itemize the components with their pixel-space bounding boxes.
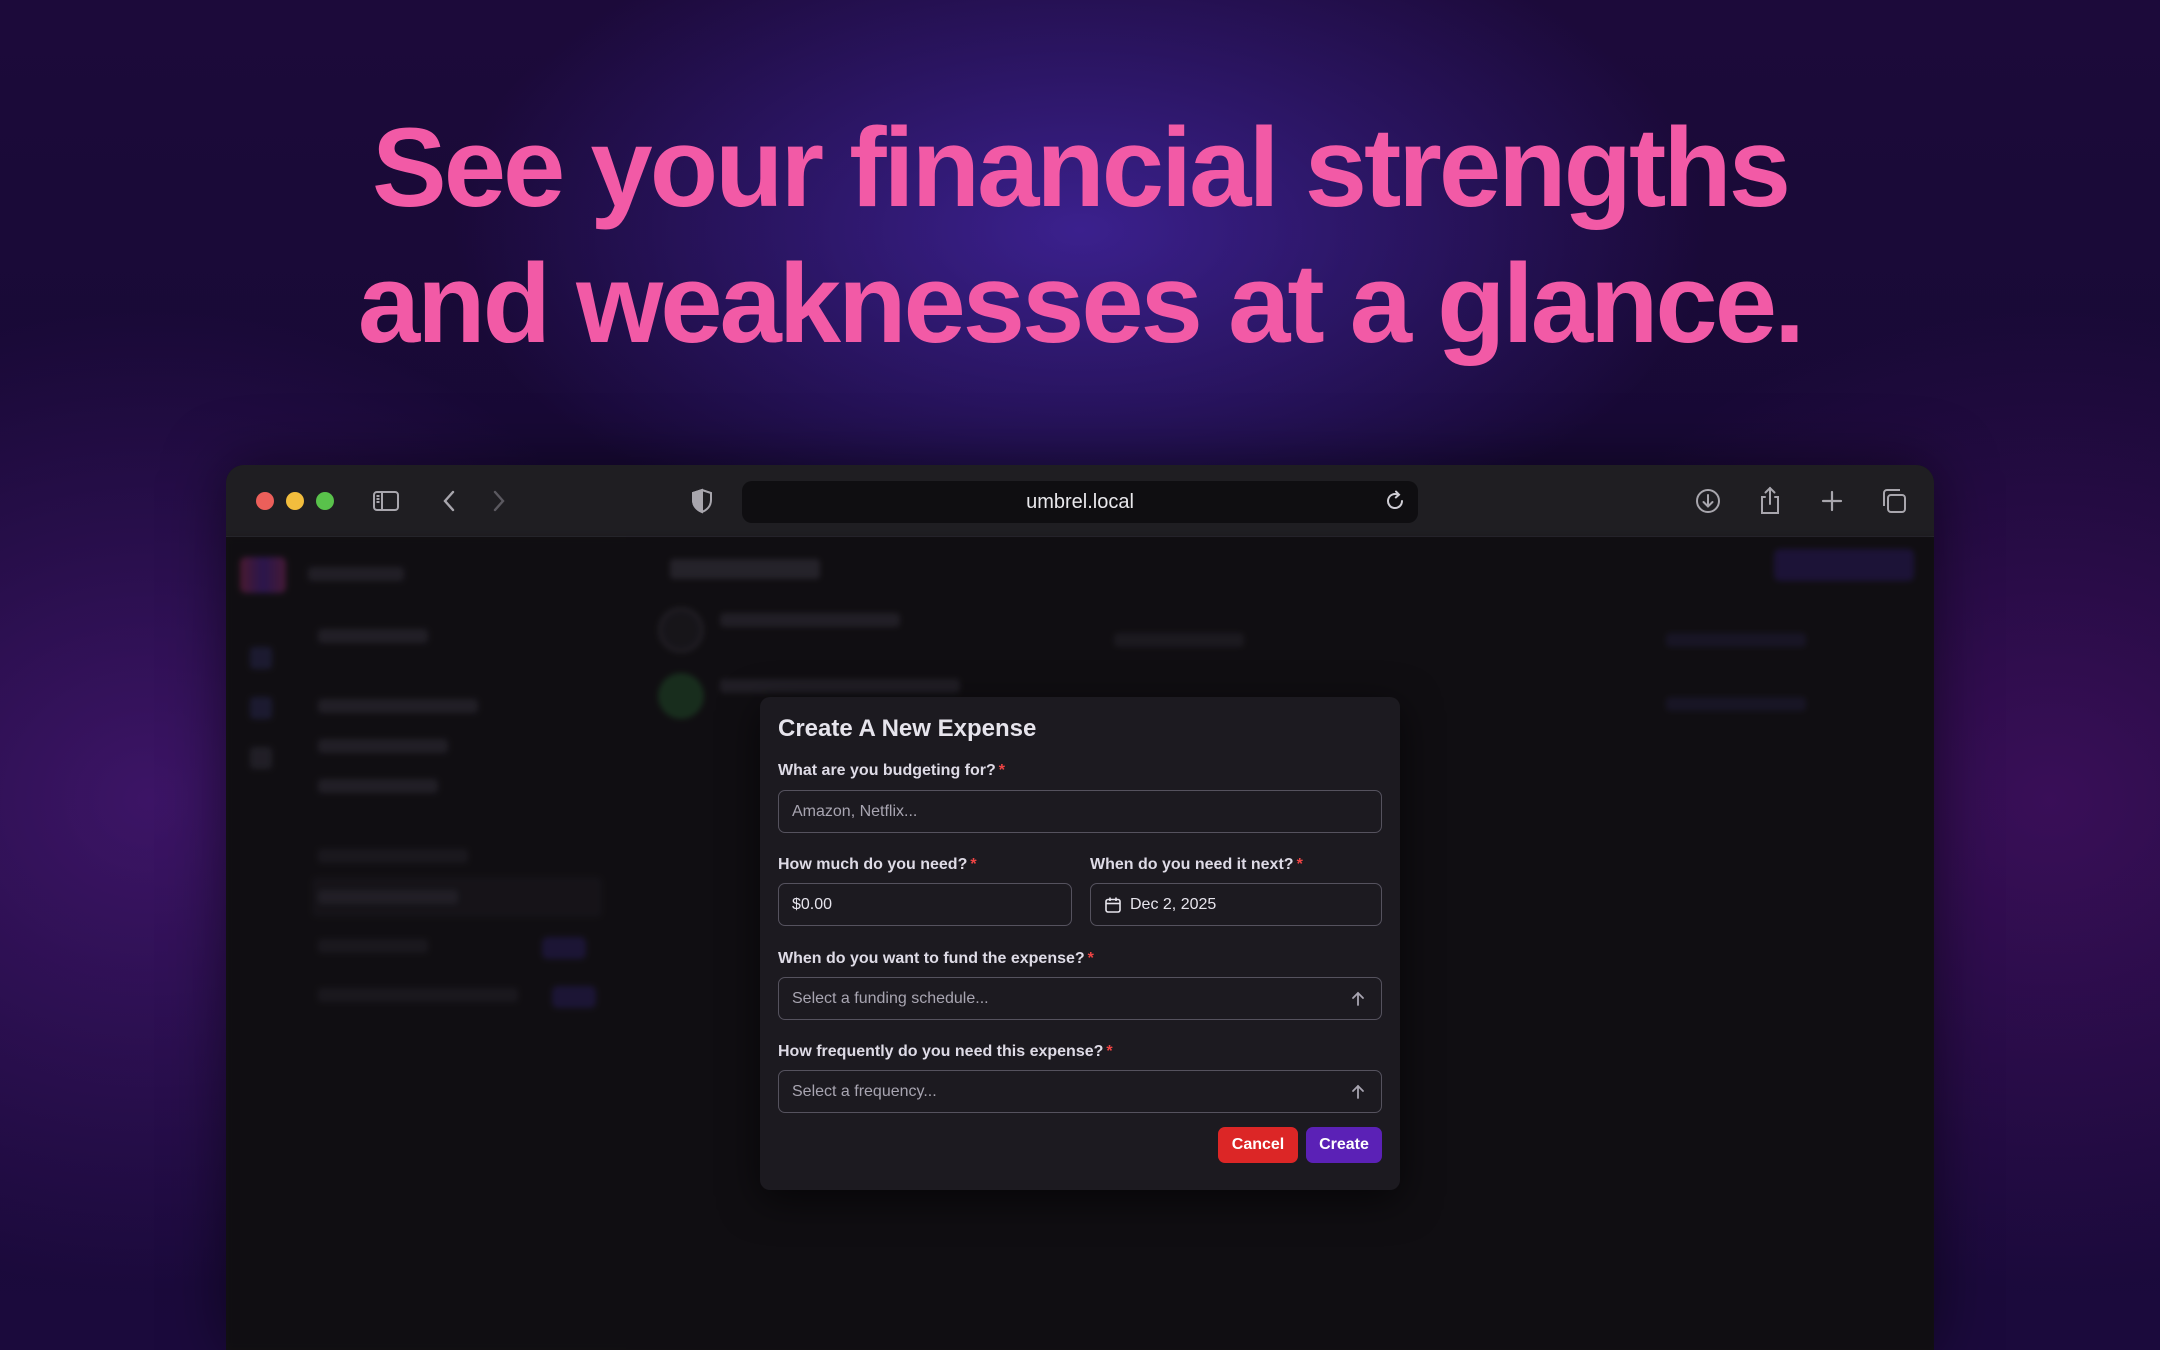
create-expense-dialog: Create A New Expense What are you budget… (760, 697, 1400, 1190)
zoom-window-button[interactable] (316, 492, 334, 510)
address-bar[interactable]: umbrel.local (742, 481, 1418, 523)
share-icon[interactable] (1754, 485, 1786, 517)
browser-toolbar: umbrel.local (226, 465, 1934, 537)
arrow-up-icon (1349, 990, 1367, 1008)
expense-name-input[interactable] (778, 790, 1382, 833)
required-marker: * (998, 762, 1005, 779)
funding-schedule-placeholder: Select a funding schedule... (792, 989, 989, 1007)
url-text: umbrel.local (1026, 490, 1134, 513)
funding-schedule-select[interactable]: Select a funding schedule... (778, 977, 1382, 1020)
new-tab-icon[interactable] (1816, 485, 1848, 517)
funding-label: When do you want to fund the expense? * (778, 950, 1094, 968)
hero-headline: See your financial strengths and weaknes… (0, 100, 2160, 372)
minimize-window-button[interactable] (286, 492, 304, 510)
required-marker: * (1106, 1043, 1113, 1060)
cancel-button[interactable]: Cancel (1218, 1127, 1298, 1163)
calendar-icon (1104, 896, 1122, 914)
headline-line-2: and weaknesses at a glance. (357, 241, 1805, 366)
date-picker[interactable]: Dec 2, 2025 (1090, 883, 1382, 926)
reload-icon[interactable] (1382, 488, 1408, 514)
frequency-placeholder: Select a frequency... (792, 1082, 937, 1100)
arrow-up-icon (1349, 1083, 1367, 1101)
required-marker: * (1087, 950, 1094, 967)
name-label: What are you budgeting for? * (778, 762, 1005, 780)
frequency-select[interactable]: Select a frequency... (778, 1070, 1382, 1113)
amount-label-text: How much do you need? (778, 856, 968, 873)
privacy-shield-icon[interactable] (686, 485, 718, 517)
back-icon[interactable] (434, 485, 466, 517)
headline-line-1: See your financial strengths (372, 105, 1791, 230)
create-button[interactable]: Create (1306, 1127, 1382, 1163)
name-label-text: What are you budgeting for? (778, 762, 996, 779)
frequency-label-text: How frequently do you need this expense? (778, 1043, 1104, 1060)
frequency-label: How frequently do you need this expense?… (778, 1043, 1113, 1061)
date-value: Dec 2, 2025 (1130, 895, 1217, 913)
dialog-title: Create A New Expense (778, 715, 1037, 742)
download-icon[interactable] (1692, 485, 1724, 517)
funding-label-text: When do you want to fund the expense? (778, 950, 1085, 967)
required-marker: * (1296, 856, 1303, 873)
sidebar-toggle-icon[interactable] (370, 485, 402, 517)
date-label: When do you need it next? * (1090, 856, 1303, 874)
tab-overview-icon[interactable] (1878, 485, 1910, 517)
close-window-button[interactable] (256, 492, 274, 510)
date-label-text: When do you need it next? (1090, 856, 1294, 873)
browser-window: umbrel.local Create A New Expense What a… (226, 465, 1934, 1350)
amount-input[interactable] (778, 883, 1072, 926)
amount-label: How much do you need? * (778, 856, 977, 874)
forward-icon[interactable] (482, 485, 514, 517)
required-marker: * (970, 856, 977, 873)
